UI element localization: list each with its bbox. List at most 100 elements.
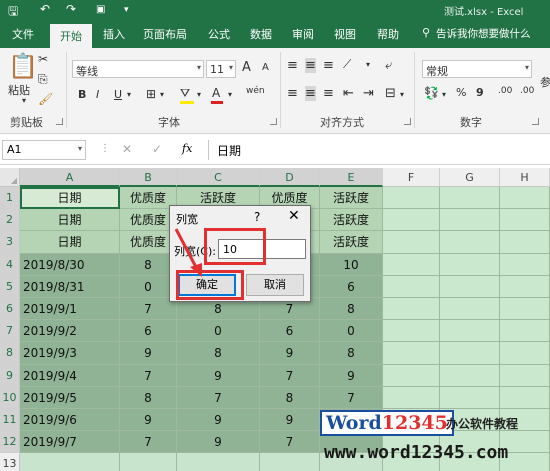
cell-c12[interactable]: 9 — [177, 431, 260, 454]
cell-c11[interactable]: 9 — [177, 409, 260, 432]
font-color-dropdown-icon[interactable]: ▾ — [228, 90, 232, 99]
cell-a7[interactable]: 2019/9/2 — [20, 320, 120, 343]
font-name-combo[interactable]: 等线 ▾ — [72, 60, 204, 78]
cell-f2[interactable] — [383, 209, 440, 232]
row-header[interactable]: 5 — [0, 275, 20, 298]
cell-h5[interactable] — [500, 275, 550, 298]
tab-insert[interactable]: 插入 — [103, 26, 125, 42]
cell-c13[interactable] — [177, 453, 260, 471]
cell-d13[interactable] — [260, 453, 320, 471]
cell-a6[interactable]: 2019/9/1 — [20, 298, 120, 321]
cell-e4[interactable]: 10 — [320, 253, 383, 276]
cell-e2[interactable]: 活跃度 — [320, 209, 383, 232]
cell-d12[interactable]: 7 — [260, 431, 320, 454]
cell-a8[interactable]: 2019/9/3 — [20, 342, 120, 365]
form-icon[interactable]: ▣ — [96, 4, 105, 15]
help-button[interactable]: ? — [254, 210, 260, 224]
cell-b12[interactable]: 7 — [120, 431, 177, 454]
tab-file[interactable]: 文件 — [12, 26, 34, 42]
cancel-button[interactable]: 取消 — [246, 274, 304, 296]
cell-c9[interactable]: 9 — [177, 364, 260, 387]
cell-f7[interactable] — [383, 320, 440, 343]
cell-g8[interactable] — [440, 342, 500, 365]
cell-h2[interactable] — [500, 209, 550, 232]
cell-a9[interactable]: 2019/9/4 — [20, 364, 120, 387]
row-header[interactable]: 12 — [0, 431, 20, 454]
cell-a3[interactable]: 日期 — [20, 231, 120, 254]
formula-input[interactable]: 日期 — [208, 140, 550, 160]
format-painter-icon[interactable]: 🖌 — [38, 92, 53, 106]
align-center-icon[interactable]: ≡ — [305, 86, 316, 101]
bold-button[interactable]: B — [78, 88, 86, 101]
cell-e7[interactable]: 0 — [320, 320, 383, 343]
cell-c7[interactable]: 0 — [177, 320, 260, 343]
align-bottom-icon[interactable]: ≡ — [323, 58, 334, 73]
column-header-b[interactable]: B — [120, 168, 177, 187]
cell-e9[interactable]: 9 — [320, 364, 383, 387]
column-header-a[interactable]: A — [20, 168, 120, 187]
cell-f6[interactable] — [383, 298, 440, 321]
select-all-corner[interactable]: ◢ — [0, 168, 20, 187]
wrap-text-icon[interactable]: ⤶ — [385, 58, 392, 73]
cell-h3[interactable] — [500, 231, 550, 254]
row-header[interactable]: 8 — [0, 342, 20, 365]
cell-e6[interactable]: 8 — [320, 298, 383, 321]
increase-indent-icon[interactable]: ⇥ — [363, 86, 374, 101]
comma-button[interactable]: 9 — [476, 86, 484, 99]
borders-dropdown-icon[interactable]: ▾ — [160, 90, 164, 99]
cell-a12[interactable]: 2019/9/7 — [20, 431, 120, 454]
currency-icon[interactable]: 💱 — [424, 86, 439, 100]
tab-review[interactable]: 审阅 — [292, 26, 314, 42]
cut-icon[interactable]: ✂ — [38, 52, 48, 66]
copy-icon[interactable]: ⎘ — [38, 72, 48, 87]
align-left-icon[interactable]: ≡ — [287, 86, 298, 101]
customize-toolbar-icon[interactable]: ▾ — [124, 5, 129, 15]
merge-dropdown-icon[interactable]: ▾ — [400, 90, 404, 99]
cell-e1[interactable]: 活跃度 — [320, 187, 383, 210]
cell-e8[interactable]: 8 — [320, 342, 383, 365]
cell-g1[interactable] — [440, 187, 500, 210]
row-header[interactable]: 1 — [0, 187, 20, 210]
align-right-icon[interactable]: ≡ — [323, 86, 334, 101]
redo-icon[interactable]: ↷ — [66, 2, 76, 16]
alignment-launcher-icon[interactable] — [404, 118, 411, 125]
row-header[interactable]: 10 — [0, 386, 20, 409]
cell-b9[interactable]: 7 — [120, 364, 177, 387]
cell-d9[interactable]: 7 — [260, 364, 320, 387]
number-format-combo[interactable]: 常规 ▾ — [422, 60, 532, 78]
row-header[interactable]: 7 — [0, 320, 20, 343]
cell-b8[interactable]: 9 — [120, 342, 177, 365]
tab-home[interactable]: 开始 — [50, 24, 92, 48]
percent-button[interactable]: % — [456, 86, 466, 99]
cell-d7[interactable]: 6 — [260, 320, 320, 343]
cell-b7[interactable]: 6 — [120, 320, 177, 343]
cell-h1[interactable] — [500, 187, 550, 210]
cell-e10[interactable]: 7 — [320, 386, 383, 409]
currency-dropdown-icon[interactable]: ▾ — [442, 90, 446, 99]
cancel-entry-icon[interactable]: ✕ — [122, 142, 132, 156]
cell-f8[interactable] — [383, 342, 440, 365]
tab-page-layout[interactable]: 页面布局 — [143, 26, 187, 42]
orientation-dropdown-icon[interactable]: ▾ — [366, 60, 370, 69]
borders-icon[interactable]: ⊞ — [146, 87, 156, 101]
orientation-icon[interactable]: ⟋ — [343, 57, 351, 72]
cell-a13[interactable] — [20, 453, 120, 471]
cell-c10[interactable]: 7 — [177, 386, 260, 409]
row-header[interactable]: 9 — [0, 364, 20, 387]
cell-f3[interactable] — [383, 231, 440, 254]
clipboard-launcher-icon[interactable] — [56, 118, 63, 125]
italic-button[interactable]: I — [96, 88, 99, 101]
insert-function-button[interactable]: fx — [182, 142, 192, 155]
align-middle-icon[interactable]: ≡ — [305, 58, 316, 73]
column-header-h[interactable]: H — [500, 168, 550, 187]
font-launcher-icon[interactable] — [270, 118, 277, 125]
cell-g10[interactable] — [440, 386, 500, 409]
row-header[interactable]: 3 — [0, 231, 20, 254]
cell-a10[interactable]: 2019/9/5 — [20, 386, 120, 409]
cell-f1[interactable] — [383, 187, 440, 210]
cell-h6[interactable] — [500, 298, 550, 321]
cell-c8[interactable]: 8 — [177, 342, 260, 365]
cell-g7[interactable] — [440, 320, 500, 343]
cell-b10[interactable]: 8 — [120, 386, 177, 409]
cell-g3[interactable] — [440, 231, 500, 254]
